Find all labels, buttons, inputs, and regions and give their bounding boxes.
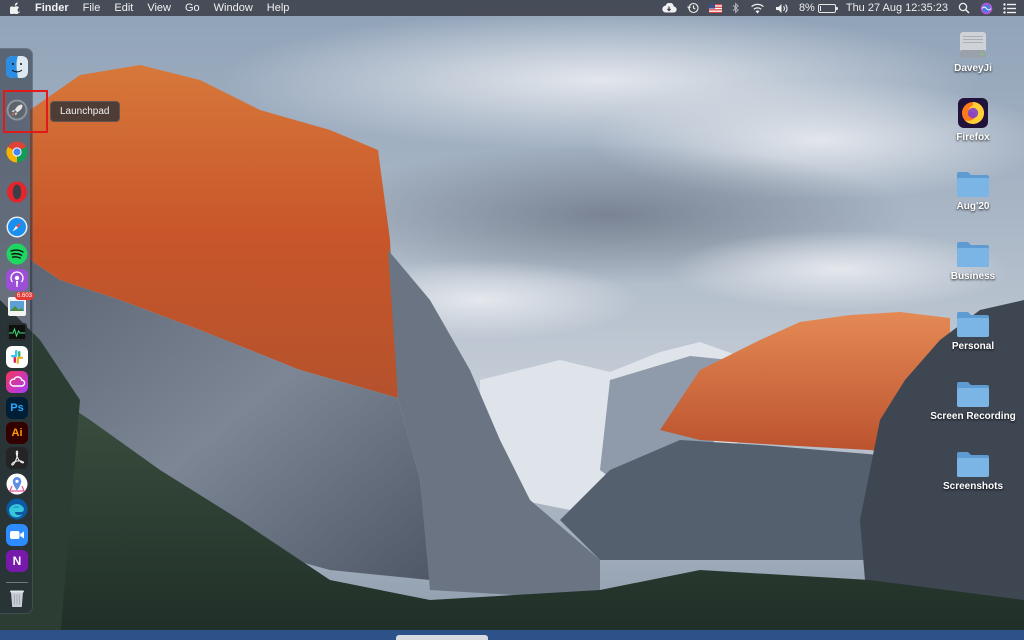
us-flag-icon[interactable] [708,0,722,16]
battery-percent: 8% [798,2,815,14]
finder-icon [6,56,28,78]
time-machine-icon[interactable] [687,0,699,16]
volume-icon[interactable] [775,0,789,16]
desktop-icon-folder-screenshots[interactable]: Screenshots [923,438,1023,492]
dock-item-trash[interactable] [6,587,28,609]
bottom-window-tab[interactable] [396,635,488,640]
dock-item-zoom[interactable] [6,524,28,546]
dock-item-slack[interactable] [6,346,28,368]
menu-bar-left: Finder File Edit View Go Window Help [10,0,303,16]
creative-cloud-icon[interactable] [661,0,677,16]
dock-item-spotify[interactable] [6,243,28,265]
desktop-icon-label: DaveyJi [954,63,992,74]
creative-cloud-icon [6,371,28,393]
folder-icon [923,158,1023,198]
dock-item-illustrator[interactable]: Ai [6,422,28,444]
menu-app-finder[interactable]: Finder [35,2,69,14]
notification-center-icon[interactable] [1003,0,1016,16]
activity-monitor-icon [7,323,27,341]
menu-help[interactable]: Help [267,2,290,14]
dock-item-finder[interactable] [6,56,28,78]
slack-icon [6,346,28,368]
desktop-icon-label: Personal [951,341,995,352]
folder-icon [923,438,1023,478]
firefox-icon [923,89,1023,129]
desktop-icon-label: Screen Recording [930,411,1016,422]
bottom-window-strip [0,630,1024,640]
opera-icon [7,181,27,203]
desktop-icon-folder-personal[interactable]: Personal [923,298,1023,352]
desktop-icon-firefox[interactable]: Firefox [923,89,1023,143]
desktop-icon-folder-screen-recording[interactable]: Screen Recording [923,368,1023,422]
chrome-icon [6,141,28,163]
zoom-icon [6,524,28,546]
dock-item-podcasts[interactable] [6,269,28,291]
desktop-wallpaper [0,0,1024,640]
desktop-icon-davey-ji[interactable]: DaveyJi [923,20,1023,74]
dock-item-safari[interactable] [6,216,28,238]
menu-bar: Finder File Edit View Go Window Help 8% [0,0,1024,16]
dock-item-onenote[interactable]: N [6,550,28,572]
desktop-icon-label: Screenshots [942,481,1004,492]
dock-item-edge[interactable] [6,498,28,520]
spotify-icon [6,243,28,265]
dock-item-acrobat[interactable] [6,447,28,469]
trash-icon [10,590,24,607]
illustrator-icon: Ai [11,427,23,439]
desktop-icon-folder-business[interactable]: Business [923,228,1023,282]
folder-icon [923,298,1023,338]
menu-window[interactable]: Window [214,2,253,14]
battery-fill [819,5,821,11]
menu-bar-right: 8% Thu 27 Aug 12:35:23 [651,0,1016,16]
folder-icon [923,368,1023,408]
onenote-icon: N [12,554,22,568]
launchpad-highlight-box [3,90,48,133]
dock-item-activity-monitor[interactable] [6,321,28,343]
apple-logo-icon[interactable] [10,2,21,14]
dock-item-creative-cloud[interactable] [6,371,28,393]
hard-drive-icon [923,20,1023,60]
menu-clock[interactable]: Thu 27 Aug 12:35:23 [846,0,948,16]
safari-icon [6,216,28,238]
wifi-icon[interactable] [750,0,765,16]
menu-file[interactable]: File [83,2,101,14]
desktop-icon-label: Aug'20 [956,201,990,212]
dock-item-preview[interactable]: 6.603 [6,292,34,317]
spotlight-icon[interactable] [958,0,970,16]
maps-icon [6,473,28,495]
desktop-icon-label: Firefox [956,132,990,143]
menu-view[interactable]: View [147,2,171,14]
menu-edit[interactable]: Edit [114,2,133,14]
dock-item-opera[interactable] [6,181,28,203]
siri-icon[interactable] [980,0,993,16]
dock-item-chrome[interactable] [6,141,28,163]
bluetooth-icon[interactable] [732,0,740,16]
desktop-icon-folder-aug20[interactable]: Aug'20 [923,158,1023,212]
acrobat-icon [6,447,28,469]
dock-divider [6,582,28,583]
folder-icon [923,228,1023,268]
preview-badge: 6.603 [14,292,34,300]
menu-go[interactable]: Go [185,2,200,14]
battery-icon [817,3,838,13]
edge-icon [6,498,28,520]
dock-tooltip: Launchpad [50,101,120,122]
dock-item-maps-app[interactable] [6,473,28,495]
desktop-icon-label: Business [950,271,996,282]
photoshop-icon: Ps [10,402,24,414]
battery-indicator[interactable]: 8% [798,0,838,16]
dock-item-photoshop[interactable]: Ps [6,397,28,419]
podcasts-icon [6,269,28,291]
